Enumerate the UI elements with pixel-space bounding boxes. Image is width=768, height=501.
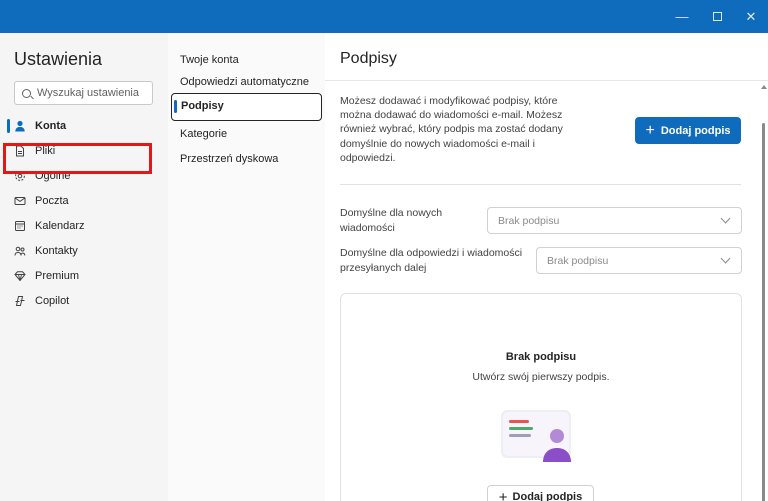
scroll-up-icon[interactable] xyxy=(761,85,767,89)
default-reply-label: Domyślne dla odpowiedzi i wiadomości prz… xyxy=(340,247,523,274)
signatures-description: Możesz dodawać i modyfikować podpisy, kt… xyxy=(340,95,563,164)
maximize-icon xyxy=(712,12,722,21)
maximize-button[interactable] xyxy=(700,0,734,33)
nav-item-premium[interactable]: Premium xyxy=(0,263,168,288)
selection-indicator xyxy=(174,100,177,113)
settings-title: Ustawienia xyxy=(14,49,103,69)
selection-indicator xyxy=(7,119,10,133)
settings-nav: Ustawienia Wyszukaj ustawienia Konta Pli… xyxy=(0,33,168,501)
default-new-select[interactable]: Brak podpisu xyxy=(487,207,742,234)
empty-state-card: Brak podpisu Utwórz swój pierwszy podpis… xyxy=(340,293,742,501)
nav-item-kalendarz[interactable]: Kalendarz xyxy=(0,213,168,238)
signatures-page: Podpisy Możesz dodawać i modyfikować pod… xyxy=(325,33,768,501)
default-reply-value: Brak podpisu xyxy=(547,254,609,267)
nav-item-label: Poczta xyxy=(35,194,69,207)
empty-state-subtitle: Utwórz swój pierwszy podpis. xyxy=(472,371,610,383)
nav-item-label: Premium xyxy=(35,269,80,282)
scroll-thumb[interactable] xyxy=(762,123,765,501)
search-placeholder: Wyszukaj ustawienia xyxy=(37,87,139,99)
nav-item-konta[interactable]: Konta xyxy=(0,113,168,138)
title-bar: — ✕ xyxy=(0,0,768,33)
empty-state-title: Brak podpisu xyxy=(505,351,577,363)
minimize-button[interactable]: — xyxy=(665,0,699,33)
plus-icon: + xyxy=(498,488,508,501)
default-reply-select[interactable]: Brak podpisu xyxy=(536,247,742,274)
page-title: Podpisy xyxy=(340,50,397,67)
subnav-item-twoje-konta[interactable]: Twoje konta xyxy=(180,54,239,66)
add-signature-button[interactable]: + Dodaj podpis xyxy=(635,117,741,144)
subnav-item-odpowiedzi[interactable]: Odpowiedzi automatyczne xyxy=(180,76,309,88)
search-icon xyxy=(22,88,31,98)
nav-item-copilot[interactable]: Copilot xyxy=(0,288,168,313)
chevron-down-icon xyxy=(720,253,731,264)
signature-illustration xyxy=(499,406,579,468)
mail-icon xyxy=(14,195,26,207)
close-button[interactable]: ✕ xyxy=(734,0,768,33)
highlight-box xyxy=(3,143,152,174)
accounts-subnav: Twoje konta Odpowiedzi automatyczne Podp… xyxy=(168,33,325,501)
nav-item-label: Copilot xyxy=(35,294,70,307)
person-icon xyxy=(14,120,26,132)
add-signature-secondary-button[interactable]: + Dodaj podpis xyxy=(487,485,594,501)
nav-item-label: Kontakty xyxy=(35,244,78,257)
add-signature-secondary-label: Dodaj podpis xyxy=(512,491,583,501)
vertical-scrollbar[interactable] xyxy=(761,85,767,501)
calendar-icon xyxy=(14,220,26,232)
add-signature-label: Dodaj podpis xyxy=(660,124,731,137)
subnav-item-label: Podpisy xyxy=(181,100,224,112)
subnav-item-podpisy[interactable]: Podpisy xyxy=(171,93,322,121)
default-new-label: Domyślne dla nowych wiadomości xyxy=(340,207,443,234)
nav-item-label: Kalendarz xyxy=(35,219,85,232)
nav-item-kontakty[interactable]: Kontakty xyxy=(0,238,168,263)
nav-item-poczta[interactable]: Poczta xyxy=(0,188,168,213)
diamond-icon xyxy=(14,270,26,282)
search-settings-input[interactable]: Wyszukaj ustawienia xyxy=(14,81,153,105)
header-divider xyxy=(325,80,768,81)
plus-icon: + xyxy=(645,121,655,139)
section-divider xyxy=(340,184,741,185)
copilot-icon xyxy=(14,295,26,307)
default-new-value: Brak podpisu xyxy=(498,214,560,227)
subnav-item-przestrzen[interactable]: Przestrzeń dyskowa xyxy=(180,153,278,165)
minimize-icon: — xyxy=(675,9,689,24)
people-icon xyxy=(14,245,26,257)
nav-item-label: Konta xyxy=(35,119,67,132)
subnav-item-kategorie[interactable]: Kategorie xyxy=(180,128,227,140)
close-icon: ✕ xyxy=(745,8,757,24)
chevron-down-icon xyxy=(720,213,731,224)
